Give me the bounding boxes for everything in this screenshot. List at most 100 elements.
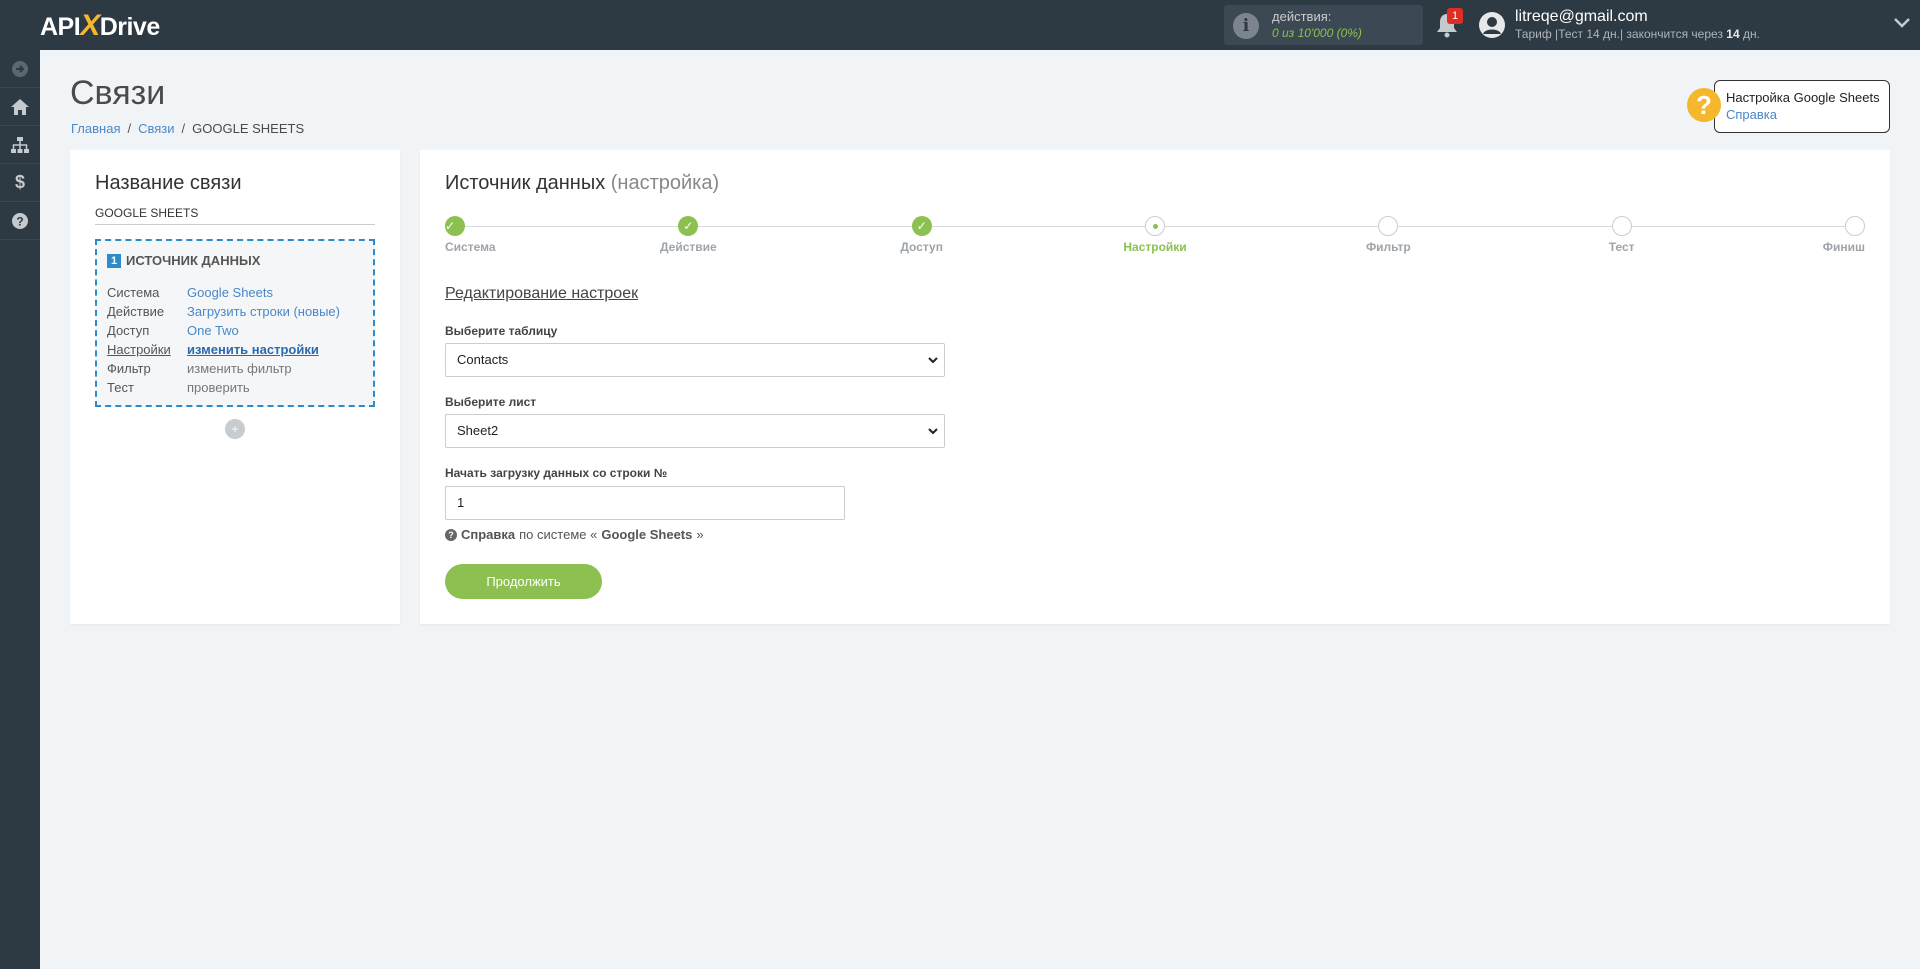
progress-step-label: Тест [1608,240,1635,254]
detail-key: Настройки [107,342,171,357]
progress-step: Фильтр [1328,216,1448,254]
system-help-middle: по системе « [519,527,598,542]
section-title: Редактирование настроек [445,285,639,302]
breadcrumb-home[interactable]: Главная [71,121,120,136]
progress-step-label: Доступ [900,240,943,254]
system-help-line: ? Справка по системе «Google Sheets» [445,527,704,542]
start-row-input[interactable]: 1 [445,486,845,520]
breadcrumb-separator: / [181,121,186,136]
question-icon: ? [12,212,28,229]
sheet-select-label: Выберите лист [445,395,537,409]
logo-suffix: Drive [99,13,161,41]
plan-info: Тариф |Тест 14 дн.| закончится через 14 … [1515,27,1760,41]
help-widget-link[interactable]: Справка [1726,107,1777,122]
progress-step[interactable]: ✓ Система [445,216,565,254]
notification-badge: 1 [1447,8,1463,24]
sheet-select[interactable]: Sheet2 [445,414,945,448]
step-number-badge: 1 [107,253,121,268]
detail-row-settings: Настройки изменить настройки [107,340,340,359]
connection-card: Название связи GOOGLE SHEETS 1 ИСТОЧНИК … [70,150,400,624]
detail-value-system[interactable]: Google Sheets [187,283,273,302]
progress-step-label: Настройки [1123,240,1187,254]
data-source-block[interactable]: 1 ИСТОЧНИК ДАННЫХ Система Google Sheets … [95,239,375,407]
plan-days: 14 [1726,27,1740,41]
pending-step-icon [1845,216,1865,236]
svg-text:?: ? [16,214,23,228]
add-step-button[interactable]: + [225,419,245,439]
breadcrumb-connections[interactable]: Связи [138,121,174,136]
plan-suffix: дн. [1739,27,1760,41]
sidebar-item-help[interactable]: ? [0,202,40,240]
progress-step[interactable]: ✓ Доступ [862,216,982,254]
sitemap-icon [11,136,29,153]
sidebar-toggle[interactable] [0,50,40,88]
connection-name-field[interactable]: GOOGLE SHEETS [95,206,375,225]
detail-row-action: Действие Загрузить строки (новые) [107,302,340,321]
progress-step-label: Фильтр [1365,240,1411,254]
apixdrive-logo[interactable]: APIXDrive [40,9,160,43]
pending-step-icon [1611,216,1632,236]
detail-value-action[interactable]: Загрузить строки (новые) [187,302,340,321]
detail-value-filter[interactable]: изменить фильтр [187,359,292,378]
question-icon: ? [445,528,457,541]
user-avatar-icon[interactable] [1478,11,1506,39]
logo-prefix: API [40,13,81,41]
page-title: Связи [70,74,166,112]
detail-key: Тест [107,380,134,395]
data-source-heading: 1 ИСТОЧНИК ДАННЫХ [107,253,260,268]
chevron-down-icon [928,357,938,364]
progress-step-label: Финиш [1822,240,1865,254]
progress-step[interactable]: Настройки [1095,216,1215,254]
actions-label: действия: [1272,9,1332,24]
actions-value: 0 из 10'000 (0%) [1272,26,1362,40]
chevron-down-icon [928,428,938,435]
detail-row-filter: Фильтр изменить фильтр [107,359,340,378]
detail-key: Действие [107,304,165,319]
progress-step-label: Действие [659,240,717,254]
source-title-muted: (настройка) [610,172,720,194]
progress-step[interactable]: ✓ Действие [628,216,748,254]
continue-button[interactable]: Продолжить [445,564,602,599]
sidebar-item-connections[interactable] [0,126,40,164]
sidebar-item-home[interactable] [0,88,40,126]
detail-value-settings[interactable]: изменить настройки [187,340,319,359]
sheet-select-value: Sheet2 [457,423,499,438]
pending-step-icon [1378,216,1399,236]
detail-row-access: Доступ One Two [107,321,340,340]
progress-step: Финиш [1745,216,1865,254]
progress-step-label: Система [445,240,496,254]
help-widget-title: Настройка Google Sheets [1726,90,1880,105]
sidebar-item-billing[interactable]: $ [0,164,40,202]
top-bar: APIXDrive i действия: 0 из 10'000 (0%) 1… [0,0,1920,50]
table-select-label: Выберите таблицу [445,324,558,338]
start-row-label: Начать загрузку данных со строки № [445,466,668,480]
question-circle-icon[interactable]: ? [1687,88,1721,122]
table-select[interactable]: Contacts [445,343,945,377]
logo-x: X [80,9,100,42]
source-title-main: Источник данных [445,172,606,194]
detail-value-test[interactable]: проверить [187,378,250,397]
dollar-icon: $ [14,172,25,192]
user-email[interactable]: litreqe@gmail.com [1515,8,1648,26]
plan-prefix: Тариф |Тест 14 дн.| закончится через [1515,27,1727,41]
detail-row-system: Система Google Sheets [107,283,340,302]
actions-counter[interactable]: i действия: 0 из 10'000 (0%) [1224,5,1423,45]
breadcrumb: Главная / Связи / GOOGLE SHEETS [71,121,304,136]
check-icon: ✓ [911,216,932,236]
data-source-heading-label: ИСТОЧНИК ДАННЫХ [126,253,261,268]
detail-key: Система [107,285,160,300]
system-help-suffix: » [696,527,704,542]
detail-value-access[interactable]: One Two [187,321,239,340]
check-icon: ✓ [678,216,699,236]
data-source-details: Система Google Sheets Действие Загрузить… [107,283,340,397]
system-help-system: Google Sheets [601,527,693,542]
system-help-link[interactable]: Справка [461,527,515,542]
detail-row-test: Тест проверить [107,378,340,397]
check-icon: ✓ [445,216,465,236]
help-widget[interactable]: Настройка Google Sheets Справка [1714,80,1890,133]
detail-key: Доступ [107,323,150,338]
chevron-down-icon[interactable] [1893,16,1911,30]
toggle-icon [12,60,28,77]
connection-title: Название связи [95,172,242,194]
detail-key: Фильтр [107,361,151,376]
